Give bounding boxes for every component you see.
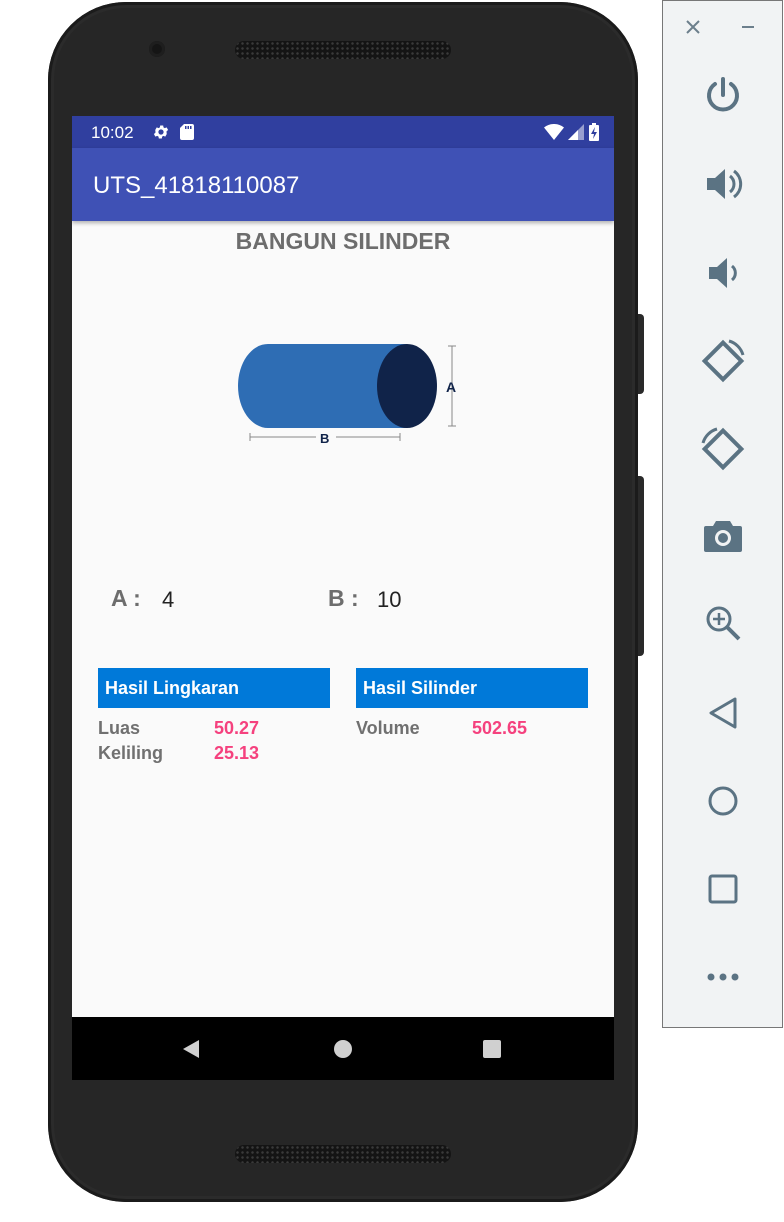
minimize-icon — [742, 26, 754, 28]
cylinder-end — [377, 344, 437, 428]
rotate-right-button[interactable] — [663, 425, 782, 473]
power-button[interactable] — [663, 75, 782, 115]
cylinder-illustration: A B — [238, 344, 456, 446]
zoom-button[interactable] — [663, 603, 782, 643]
circle-area-label: Luas — [98, 718, 141, 738]
phone-power-button[interactable] — [638, 314, 644, 394]
input-b-field[interactable]: 10 — [377, 585, 499, 617]
overview-button[interactable] — [663, 869, 782, 909]
page-title: BANGUN SILINDER — [235, 228, 451, 254]
circle-perimeter-value: 25.13 — [214, 743, 260, 763]
screenshot-button[interactable] — [663, 515, 782, 555]
back-icon — [709, 697, 736, 729]
bottom-speaker — [235, 1145, 451, 1163]
battery-icon — [589, 123, 599, 141]
volume-down-icon — [708, 258, 737, 288]
circle-result-header: Hasil Lingkaran — [98, 668, 330, 708]
app-title: UTS_41818110087 — [93, 172, 300, 199]
dimension-label-b: B — [320, 431, 329, 446]
nav-overview-icon[interactable] — [482, 1039, 502, 1059]
cylinder-volume-value: 502.65 — [472, 718, 528, 738]
cylinder-volume-label: Volume — [356, 718, 420, 738]
zoom-icon — [706, 606, 740, 641]
settings-icon — [153, 125, 169, 139]
input-a-field[interactable]: 4 — [162, 585, 284, 617]
input-b-value: 10 — [377, 587, 402, 612]
front-camera — [149, 41, 165, 57]
phone-volume-button[interactable] — [638, 476, 644, 656]
volume-up-button[interactable] — [663, 164, 782, 204]
signal-icon — [568, 124, 584, 140]
rotate-left-icon — [701, 339, 744, 383]
dimension-label-a: A — [446, 379, 456, 395]
close-button[interactable] — [663, 19, 723, 35]
volume-down-button[interactable] — [663, 253, 782, 293]
wifi-icon — [544, 124, 564, 140]
minimize-button[interactable] — [718, 19, 778, 35]
more-icon — [707, 973, 738, 981]
input-a-value: 4 — [162, 587, 175, 612]
home-button[interactable] — [663, 781, 782, 821]
top-speaker — [235, 41, 451, 59]
circle-perimeter-label: Keliling — [98, 743, 164, 763]
back-button[interactable] — [663, 693, 782, 733]
status-bar: 10:02 — [72, 116, 614, 148]
status-time: 10:02 — [91, 123, 134, 142]
home-icon — [708, 786, 737, 816]
rotate-right-icon — [701, 427, 744, 471]
input-b-label: B : — [328, 585, 359, 611]
nav-back-icon[interactable] — [181, 1039, 201, 1059]
camera-icon — [703, 521, 742, 552]
more-button[interactable] — [663, 957, 782, 997]
sd-card-icon — [180, 124, 194, 140]
power-icon — [706, 77, 739, 112]
emulator-control-panel — [662, 0, 783, 1028]
overview-icon — [708, 874, 737, 904]
cylinder-result-header: Hasil Silinder — [356, 668, 588, 708]
app-bar: UTS_41818110087 — [72, 148, 614, 221]
phone-screen: 10:02 UTS_41818110087 BANGUN SILINDER A … — [72, 116, 614, 1080]
circle-area-value: 50.27 — [214, 718, 260, 738]
close-icon — [686, 20, 700, 34]
rotate-left-button[interactable] — [663, 337, 782, 385]
nav-home-icon[interactable] — [333, 1039, 353, 1059]
volume-up-icon — [706, 169, 742, 199]
system-nav-bar — [72, 1017, 614, 1080]
input-a-label: A : — [111, 585, 141, 611]
